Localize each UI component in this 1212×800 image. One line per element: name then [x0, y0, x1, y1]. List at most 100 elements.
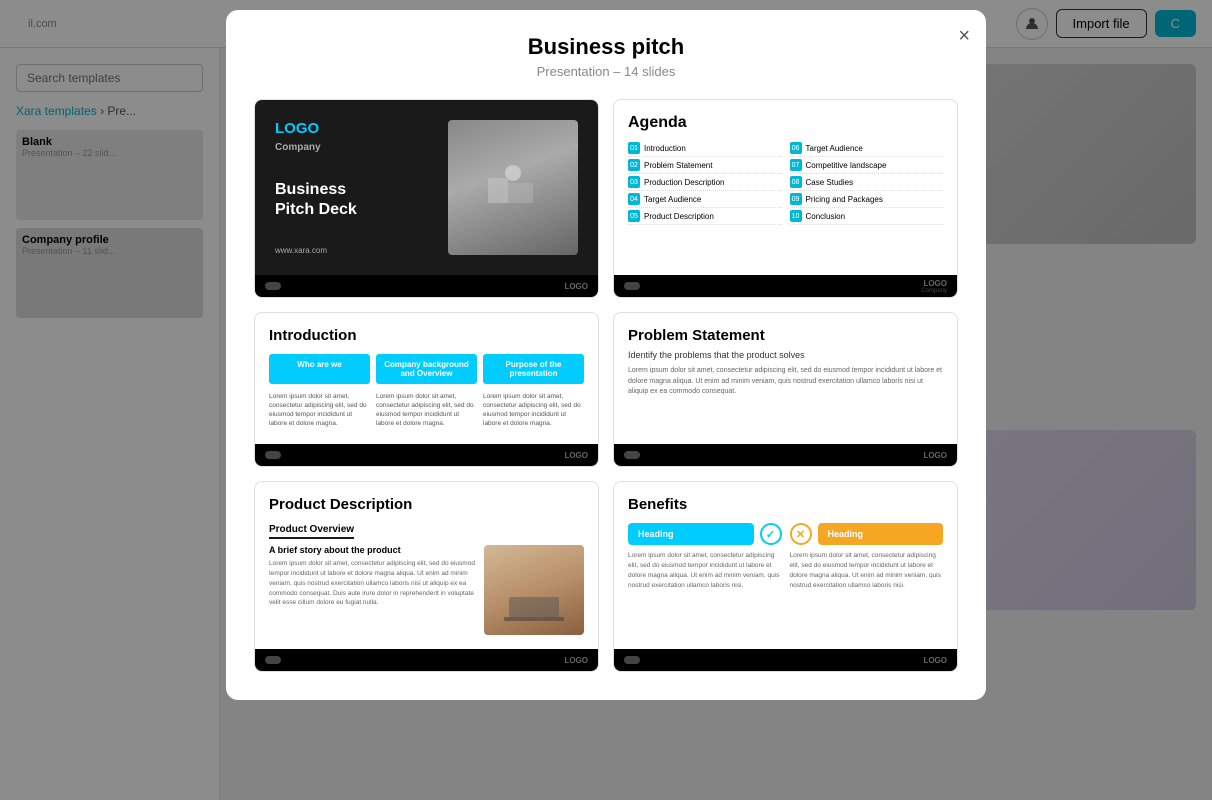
slide-5-content: Product Description Product Overview A b…: [255, 482, 598, 649]
agenda-num-03: 03: [628, 176, 640, 188]
agenda-num-01: 01: [628, 142, 640, 154]
agenda-label-03: Production Description: [644, 178, 724, 187]
agenda-right: 06 Target Audience 07 Competitive landsc…: [790, 140, 944, 225]
slide-5-text: A brief story about the product Lorem ip…: [269, 545, 476, 635]
logo-sub: Company: [275, 142, 321, 153]
benefit-badge-orange: ✕ Heading: [790, 523, 944, 545]
slide-5-footer: LOGO: [255, 649, 598, 671]
slide-1-footer: LOGO: [255, 275, 598, 297]
slide-5-image: [484, 545, 584, 635]
agenda-item-10: 10 Conclusion: [790, 208, 944, 225]
slide-3-footer-dot: [265, 451, 281, 459]
slide-5-footer-logo: LOGO: [564, 656, 588, 665]
benefit-col-left: Heading ✓ Lorem ipsum dolor sit amet, co…: [628, 523, 782, 590]
x-icon: ✕: [790, 523, 812, 545]
agenda-label-04: Target Audience: [644, 195, 701, 204]
slide-2-title: Agenda: [628, 114, 943, 132]
slide-1-content: LOGO Company Business Pitch Deck www.xar…: [255, 100, 598, 275]
pitch-title: Business Pitch Deck: [275, 180, 448, 218]
agenda-left: 01 Introduction 02 Problem Statement 03 …: [628, 140, 782, 225]
benefit-text-right: Lorem ipsum dolor sit amet, consectetur …: [790, 551, 944, 590]
logo-text: LOGO Company: [275, 120, 448, 153]
check-icon: ✓: [760, 523, 782, 545]
footer-dot: [265, 282, 281, 290]
slide-1-logo: LOGO Company: [275, 120, 448, 153]
slide-4-footer-dot: [624, 451, 640, 459]
agenda-item-01: 01 Introduction: [628, 140, 782, 157]
slide-4-body: Lorem ipsum dolor sit amet, consectetur …: [628, 366, 943, 398]
badge-cyan: Heading: [628, 523, 754, 545]
agenda-item-08: 08 Case Studies: [790, 174, 944, 191]
slide-6-footer-dot: [624, 656, 640, 664]
agenda-item-05: 05 Product Description: [628, 208, 782, 225]
slide-2-footer: LOGO Company: [614, 275, 957, 297]
agenda-label-01: Introduction: [644, 144, 686, 153]
slide-5[interactable]: Product Description Product Overview A b…: [254, 481, 599, 672]
slide-3-footer: LOGO: [255, 444, 598, 466]
bullet-item-2: Lorem ipsum dolor sit amet, consectetur …: [376, 392, 477, 428]
agenda-label-07: Competitive landscape: [806, 161, 887, 170]
agenda-label-02: Problem Statement: [644, 161, 712, 170]
intro-bullet-3: Lorem ipsum dolor sit amet, consectetur …: [483, 392, 584, 430]
slide-2-footer-dot: [624, 282, 640, 290]
modal-title: Business pitch: [254, 34, 958, 60]
agenda-label-05: Product Description: [644, 212, 714, 221]
slide-3[interactable]: Introduction Who are we Company backgrou…: [254, 312, 599, 467]
slide-4-footer-logo: LOGO: [923, 451, 947, 460]
slide-4-footer: LOGO: [614, 444, 957, 466]
agenda-num-02: 02: [628, 159, 640, 171]
slide-1[interactable]: LOGO Company Business Pitch Deck www.xar…: [254, 99, 599, 298]
modal-close-button[interactable]: ×: [958, 26, 970, 46]
agenda-num-04: 04: [628, 193, 640, 205]
agenda-label-09: Pricing and Packages: [806, 195, 883, 204]
modal-dialog: × Business pitch Presentation – 14 slide…: [226, 10, 986, 700]
slide-1-image: [448, 120, 578, 255]
slide-4-title: Problem Statement: [628, 327, 943, 344]
slide-1-left: LOGO Company Business Pitch Deck www.xar…: [275, 120, 448, 255]
slide-url: www.xara.com: [275, 246, 448, 255]
slide-1-title-block: Business Pitch Deck: [275, 180, 448, 218]
agenda-num-08: 08: [790, 176, 802, 188]
slide-4-content: Problem Statement Identify the problems …: [614, 313, 957, 444]
slide-5-content-title: A brief story about the product: [269, 545, 476, 555]
agenda-num-06: 06: [790, 142, 802, 154]
agenda-num-09: 09: [790, 193, 802, 205]
slide-3-content: Introduction Who are we Company backgrou…: [255, 313, 598, 444]
agenda-label-08: Case Studies: [806, 178, 854, 187]
slide-5-title: Product Description: [269, 496, 584, 513]
slide-2-footer-logo-sub: Company: [921, 288, 947, 294]
agenda-item-02: 02 Problem Statement: [628, 157, 782, 174]
slide-6-content: Benefits Heading ✓ Lorem ipsum dolor sit…: [614, 482, 957, 649]
bullet-item-3: Lorem ipsum dolor sit amet, consectetur …: [483, 392, 584, 428]
slide-4[interactable]: Problem Statement Identify the problems …: [613, 312, 958, 467]
pitch-title-line1: Business: [275, 181, 346, 198]
slide-5-content-area: A brief story about the product Lorem ip…: [269, 545, 584, 635]
intro-bullet-1: Lorem ipsum dolor sit amet, consectetur …: [269, 392, 370, 430]
modal-overlay: × Business pitch Presentation – 14 slide…: [0, 0, 1212, 800]
bullet-item: Lorem ipsum dolor sit amet, consectetur …: [269, 392, 370, 428]
slide-3-footer-logo: LOGO: [564, 451, 588, 460]
slides-grid: LOGO Company Business Pitch Deck www.xar…: [254, 99, 958, 672]
agenda-grid: 01 Introduction 02 Problem Statement 03 …: [628, 140, 943, 225]
modal-subtitle: Presentation – 14 slides: [254, 64, 958, 79]
agenda-num-10: 10: [790, 210, 802, 222]
slide-6[interactable]: Benefits Heading ✓ Lorem ipsum dolor sit…: [613, 481, 958, 672]
slide-5-body: Lorem ipsum dolor sit amet, consectetur …: [269, 559, 476, 608]
slide-6-footer-logo: LOGO: [923, 656, 947, 665]
slide-4-subtitle: Identify the problems that the product s…: [628, 350, 943, 360]
agenda-label-10: Conclusion: [806, 212, 846, 221]
agenda-num-07: 07: [790, 159, 802, 171]
agenda-item-09: 09 Pricing and Packages: [790, 191, 944, 208]
slide-2[interactable]: Agenda 01 Introduction 02 Problem Statem…: [613, 99, 958, 298]
slide-6-title: Benefits: [628, 496, 943, 513]
agenda-item-04: 04 Target Audience: [628, 191, 782, 208]
slide-3-title: Introduction: [269, 327, 584, 344]
agenda-item-03: 03 Production Description: [628, 174, 782, 191]
agenda-item-07: 07 Competitive landscape: [790, 157, 944, 174]
intro-bullets: Lorem ipsum dolor sit amet, consectetur …: [269, 392, 584, 430]
intro-box-3: Purpose of the presentation: [483, 354, 584, 384]
pitch-title-line2: Pitch Deck: [275, 201, 357, 218]
agenda-num-05: 05: [628, 210, 640, 222]
benefit-col-right: ✕ Heading Lorem ipsum dolor sit amet, co…: [790, 523, 944, 590]
agenda-item-06: 06 Target Audience: [790, 140, 944, 157]
